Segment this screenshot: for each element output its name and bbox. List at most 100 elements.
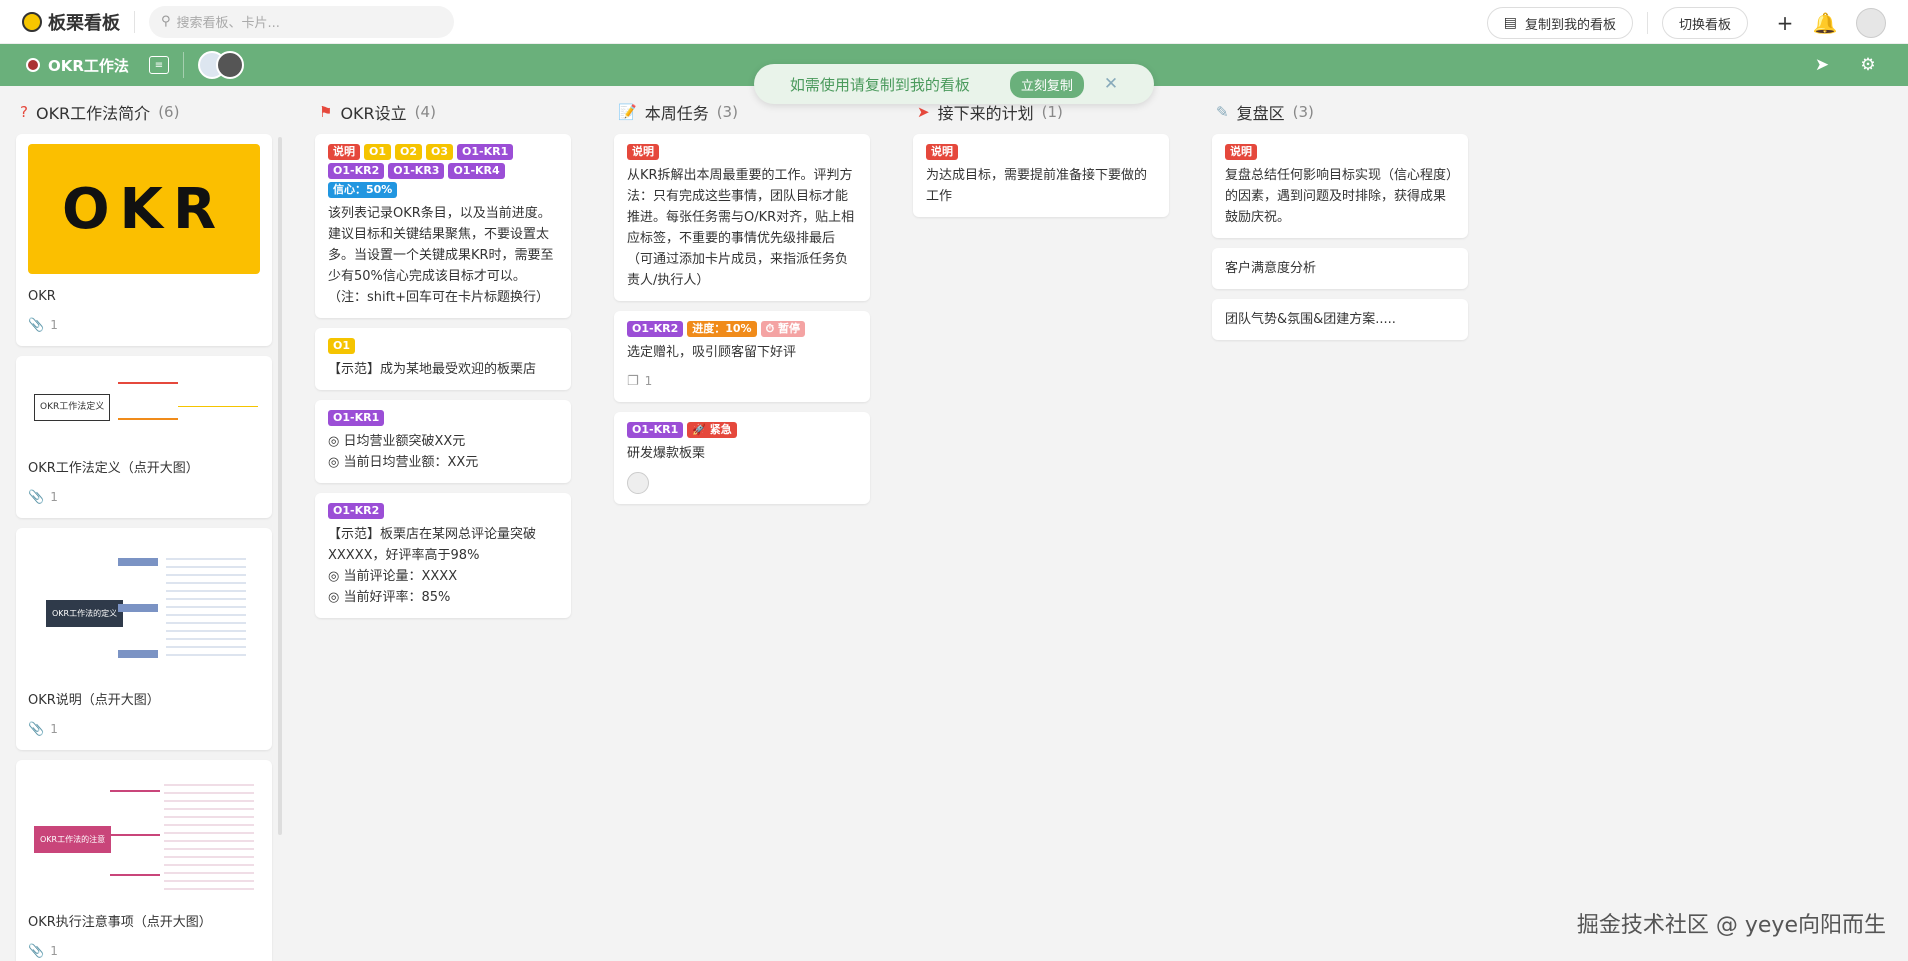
card-body: 该列表记录OKR条目，以及当前进度。建议目标和关键结果聚焦，不要设置太多。当设置… — [328, 206, 554, 305]
column-okr-setup: ⚑ OKR设立 (4) 说明 O1 O2 O3 O1-KR1 O1-KR2 O1… — [315, 100, 571, 628]
mindmap-branch — [110, 790, 160, 792]
card[interactable]: 说明 从KR拆解出本周最重要的工作。评判方法：只有完成这些事情，团队目标才能推进… — [614, 134, 870, 301]
card[interactable]: OKR工作法定义 OKR工作法定义（点开大图） 📎 1 — [16, 356, 272, 518]
card[interactable]: O1-KR1 ◎ 日均营业额突破XX元 ◎ 当前日均营业额：XX元 — [315, 400, 571, 483]
search-placeholder: 搜索看板、卡片... — [176, 16, 280, 31]
cover-text: OKR — [61, 176, 227, 242]
copy-to-my-board-button[interactable]: ▤ 复制到我的看板 — [1486, 7, 1633, 39]
watermark-text: 掘金技术社区 @ yeye向阳而生 — [1576, 913, 1886, 938]
board-menu-icon[interactable]: ≡ — [148, 56, 169, 74]
logo-icon — [22, 11, 42, 32]
column-count: (1) — [1041, 103, 1063, 121]
card[interactable]: O1-KR2 【示范】板栗店在某网总评论量突破XXXXX，好评率高于98% ◎ … — [315, 493, 571, 618]
attachment-icon: 📎 — [28, 490, 45, 505]
tag: O1-KR4 — [448, 163, 505, 179]
app-title: 板栗看板 — [48, 12, 120, 34]
board-name[interactable]: OKR工作法 — [48, 55, 129, 76]
card-cover-image: OKR — [28, 144, 260, 274]
share-icon[interactable]: ➤ — [1804, 55, 1840, 75]
column-scrollbar[interactable] — [278, 137, 282, 835]
card-cover-image: OKR工作法的注意 — [28, 770, 260, 900]
mindmap-branch — [110, 874, 160, 876]
card[interactable]: 说明 为达成目标，需要提前准备接下要做的工作 — [913, 134, 1169, 217]
user-avatar[interactable] — [1856, 8, 1886, 38]
card[interactable]: OKR OKR 📎 1 — [16, 134, 272, 346]
search-input[interactable]: ⚲ 搜索看板、卡片... — [149, 5, 454, 38]
column-count: (3) — [716, 103, 738, 121]
tag: O3 — [426, 144, 454, 160]
column-review: ✎ 复盘区 (3) 说明 复盘总结任何影响目标实现（信心程度）的因素，遇到问题及… — [1212, 100, 1468, 350]
attachment-icon: 📎 — [28, 318, 45, 333]
card-line: ◎ 日均营业额突破XX元 — [328, 434, 466, 449]
card-line: 【示范】板栗店在某网总评论量突破XXXXX，好评率高于98% — [328, 527, 537, 563]
column-title: OKR工作法简介 — [35, 104, 151, 123]
card[interactable]: OKR工作法的定义 OKR说明（点开大图） 📎 1 — [16, 528, 272, 750]
tag: O1-KR2 — [328, 163, 385, 179]
board-icon — [26, 58, 40, 72]
copy-toast: 如需使用请复制到我的看板 立刻复制 ✕ — [754, 64, 1154, 104]
column-weekly-tasks: 📝 本周任务 (3) 说明 从KR拆解出本周最重要的工作。评判方法：只有完成这些… — [614, 100, 870, 514]
column-header[interactable]: ⚑ OKR设立 (4) — [319, 100, 571, 124]
column-header[interactable]: ✎ 复盘区 (3) — [1216, 100, 1468, 124]
card-title: OKR执行注意事项（点开大图） — [28, 915, 212, 930]
settings-icon[interactable]: ⚙ — [1850, 55, 1886, 75]
memo-icon: 📝 — [618, 103, 637, 121]
member-avatar[interactable] — [215, 51, 244, 79]
card[interactable]: O1 【示范】成为某地最受欢迎的板栗店 — [315, 328, 571, 390]
card[interactable]: 说明 O1 O2 O3 O1-KR1 O1-KR2 O1-KR3 O1-KR4 … — [315, 134, 571, 318]
attachment-icon: 📎 — [28, 944, 45, 959]
divider — [1646, 12, 1648, 34]
toast-message: 如需使用请复制到我的看板 — [789, 75, 970, 94]
attachment-count: 1 — [50, 944, 58, 958]
bell-icon[interactable]: 🔔 — [1808, 6, 1842, 40]
card-body: 【示范】成为某地最受欢迎的板栗店 — [328, 362, 537, 377]
card[interactable]: OKR工作法的注意 OKR执行注意事项（点开大图） 📎 1 — [16, 760, 272, 961]
card[interactable]: O1-KR1 🚀 紧急 研发爆款板栗 — [614, 412, 870, 504]
tag: 🚀 紧急 — [687, 422, 737, 438]
column-header[interactable]: ? OKR工作法简介 (6) — [20, 100, 272, 124]
switch-board-button[interactable]: 切换看板 — [1661, 7, 1748, 39]
card-title: OKR — [28, 289, 56, 304]
plus-icon[interactable]: + — [1768, 6, 1802, 40]
card-body: 团队气势&氛围&团建方案..... — [1225, 312, 1396, 327]
copy-button-label: 复制到我的看板 — [1524, 17, 1616, 33]
copy-now-button[interactable]: 立刻复制 — [1009, 70, 1084, 98]
member-avatar[interactable] — [627, 472, 649, 494]
card-body: 选定赠礼，吸引顾客留下好评 — [627, 345, 797, 360]
card[interactable]: 团队气势&氛围&团建方案..... — [1212, 299, 1468, 340]
card[interactable]: 说明 复盘总结任何影响目标实现（信心程度）的因素，遇到问题及时排除，获得成果鼓励… — [1212, 134, 1468, 238]
card-body: 客户满意度分析 — [1225, 261, 1317, 276]
broom-icon: ✎ — [1216, 103, 1229, 121]
mindmap-branch — [118, 382, 178, 384]
board-members[interactable] — [197, 51, 244, 79]
tag: O1 — [328, 338, 356, 354]
mindmap-root: OKR工作法的定义 — [46, 600, 124, 627]
tag: 说明 — [627, 144, 659, 160]
card[interactable]: O1-KR2 进度：10% ⏱ 暂停 选定赠礼，吸引顾客留下好评 ❐ 1 — [614, 311, 870, 402]
column-header[interactable]: 📝 本周任务 (3) — [618, 100, 870, 124]
column-next-plan: ➤ 接下来的计划 (1) 说明 为达成目标，需要提前准备接下要做的工作 — [913, 100, 1169, 227]
mindmap-leaves — [166, 552, 246, 662]
tag: O1 — [364, 144, 392, 160]
column-title: OKR设立 — [340, 104, 407, 123]
search-icon: ⚲ — [161, 14, 171, 29]
flag-icon: ⚑ — [319, 103, 333, 121]
top-bar: 板栗看板 ⚲ 搜索看板、卡片... ▤ 复制到我的看板 切换看板 + 🔔 — [0, 0, 1908, 44]
mindmap-leaves — [164, 778, 254, 896]
card-cover-image: OKR工作法的定义 — [28, 538, 260, 678]
column-title: 接下来的计划 — [937, 104, 1034, 123]
tag: O1-KR2 — [627, 321, 684, 337]
mindmap-root: OKR工作法的注意 — [34, 826, 112, 853]
card-body: 复盘总结任何影响目标实现（信心程度）的因素，遇到问题及时排除，获得成果鼓励庆祝。 — [1225, 168, 1453, 225]
attachment-count: 1 — [50, 318, 58, 332]
app-logo[interactable]: 板栗看板 — [22, 9, 120, 35]
close-icon[interactable]: ✕ — [1104, 74, 1118, 94]
tag: O1-KR1 — [627, 422, 684, 438]
tag: 说明 — [328, 144, 360, 160]
card[interactable]: 客户满意度分析 — [1212, 248, 1468, 289]
column-header[interactable]: ➤ 接下来的计划 (1) — [917, 100, 1169, 124]
checklist-count: 1 — [644, 374, 653, 388]
card-line: ◎ 当前评论量：XXXX — [328, 569, 458, 584]
mindmap-root: OKR工作法定义 — [34, 394, 111, 421]
tag: 进度：10% — [687, 321, 757, 337]
